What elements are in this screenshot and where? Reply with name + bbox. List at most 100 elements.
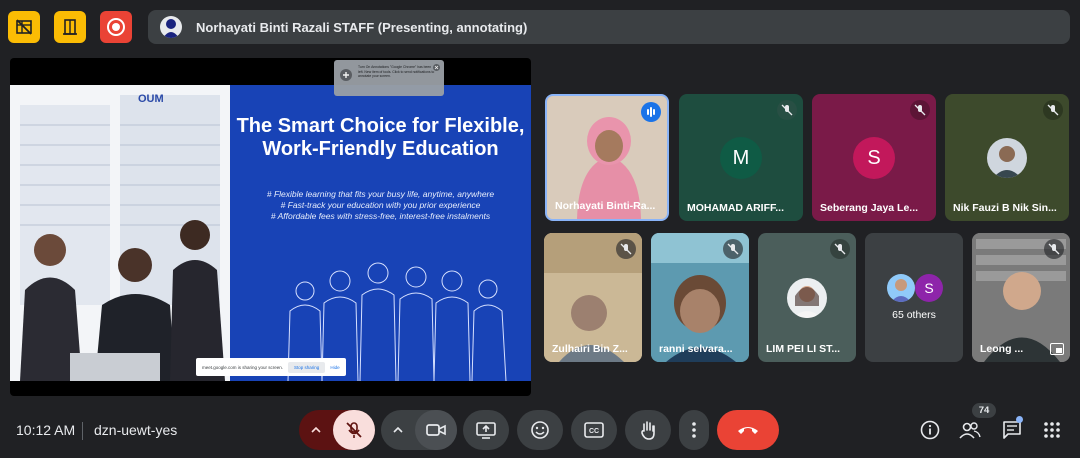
more-options-button[interactable] [679,410,709,450]
info-icon [920,420,940,440]
apps-grid-icon [1044,422,1060,438]
slide-bullet: # Affordable fees with stress-free, inte… [270,211,491,221]
avatar [787,278,827,318]
no-video-grid-icon [16,19,32,35]
camera-control-group [381,410,457,450]
participant-tile[interactable]: LIM PEI LI ST... [758,233,856,362]
mic-off-icon [620,243,632,255]
door-button[interactable] [54,11,86,43]
mic-off-badge [830,239,850,259]
avatar: S [915,274,943,302]
tooltip-text: Turn On Annotations "Google Chrome" has … [358,65,435,78]
participant-name: Leong ... [980,343,1024,355]
presenter-bar[interactable]: Norhayati Binti Razali STAFF (Presenting… [148,10,1070,44]
mic-off-badge [616,239,636,259]
participant-name: MOHAMAD ARIFF... [687,202,785,214]
clock: 10:12 AM [16,422,76,438]
leave-call-button[interactable] [717,410,779,450]
participant-tile[interactable]: ranni selvara... [651,233,749,362]
stop-sharing-button[interactable]: Stop sharing [288,361,326,373]
chevron-up-icon [393,427,403,433]
avatar [987,138,1027,178]
mic-off-badge [1043,100,1063,120]
audio-bars-icon [647,107,655,117]
meeting-details-button[interactable] [918,418,942,442]
sharing-notice-text: meet.google.com is sharing your screen. [202,364,284,370]
present-screen-icon [476,422,496,439]
mic-off-icon [1047,104,1059,116]
reactions-button[interactable] [517,410,563,450]
picture-in-picture-icon[interactable] [1050,343,1064,355]
plus-circle-icon [340,69,352,81]
door-icon [63,19,77,35]
slide-bullet: # Fast-track your education with you pri… [280,200,481,210]
mic-off-icon [781,104,793,116]
people-button[interactable] [958,418,982,442]
captions-button[interactable]: CC [571,410,617,450]
mic-off-icon [346,422,362,438]
chat-icon [1003,421,1021,439]
participant-name: Zulhairi Bin Z... [552,343,628,355]
avatar: S [853,137,895,179]
slide-bullet: # Flexible learning that fits your busy … [266,189,495,199]
no-video-grid-button[interactable] [8,11,40,43]
mic-control-group [299,410,375,450]
emoji-icon [531,421,549,439]
participant-name: Norhayati Binti-Ra... [555,200,656,212]
microphone-button[interactable] [333,410,375,450]
others-tile[interactable]: S 65 others [865,233,963,362]
mic-off-icon [727,243,739,255]
camera-icon [426,424,446,436]
oum-logo: OUM [138,93,164,105]
present-button[interactable] [463,410,509,450]
participant-tile[interactable]: Nik Fauzi B Nik Sin... [945,94,1069,221]
close-icon[interactable] [433,64,440,71]
raise-hand-button[interactable] [625,410,671,450]
hand-icon [641,421,655,440]
participant-tile[interactable]: Leong ... [972,233,1070,362]
slide-title: The Smart Choice for Flexible, Work-Frie… [236,115,525,160]
presenter-label: Norhayati Binti Razali STAFF (Presenting… [196,19,528,35]
others-count-label: 65 others [892,309,936,321]
participant-tile[interactable]: S Seberang Jaya Le... [812,94,936,221]
captions-icon: CC [584,422,604,438]
participant-name: ranni selvara... [659,343,733,355]
mic-off-badge [910,100,930,120]
audio-options-button[interactable] [299,410,333,450]
participant-name: Seberang Jaya Le... [820,202,919,214]
record-button[interactable] [100,11,132,43]
sharing-notice-bar: meet.google.com is sharing your screen. … [196,358,346,376]
mic-off-badge [777,100,797,120]
avatar [887,274,915,302]
participant-tile[interactable]: M MOHAMAD ARIFF... [679,94,803,221]
slide-photo-panel: OUM [10,85,230,381]
divider [82,422,83,440]
presenter-avatar [160,16,182,38]
slide-text-panel: The Smart Choice for Flexible, Work-Frie… [230,85,531,381]
participant-tile[interactable]: Norhayati Binti-Ra... [545,94,669,221]
chevron-up-icon [311,427,321,433]
mic-off-icon [914,104,926,116]
mic-off-icon [834,243,846,255]
presentation-stage[interactable]: OUM The Smart Choice for Flexible, Work-… [10,58,531,396]
hide-button[interactable]: Hide [330,365,339,370]
activities-button[interactable] [1040,418,1064,442]
camera-button[interactable] [415,410,457,450]
participant-name: Nik Fauzi B Nik Sin... [953,202,1057,214]
end-call-icon [738,427,758,434]
mic-off-badge [723,239,743,259]
speaking-indicator [641,102,661,122]
people-icon [959,422,981,439]
record-icon [107,18,125,36]
mic-off-badge [1044,239,1064,259]
slide-bullets: # Flexible learning that fits your busy … [230,189,531,222]
video-options-button[interactable] [381,410,415,450]
more-vertical-icon [692,422,696,438]
participant-tile[interactable]: Zulhairi Bin Z... [544,233,642,362]
avatar: M [720,137,762,179]
meeting-code: dzn-uewt-yes [94,422,178,438]
participant-name: LIM PEI LI ST... [766,343,841,355]
mic-off-icon [1048,243,1060,255]
svg-text:CC: CC [589,428,599,435]
annotation-tooltip[interactable]: Turn On Annotations "Google Chrome" has … [334,60,444,96]
